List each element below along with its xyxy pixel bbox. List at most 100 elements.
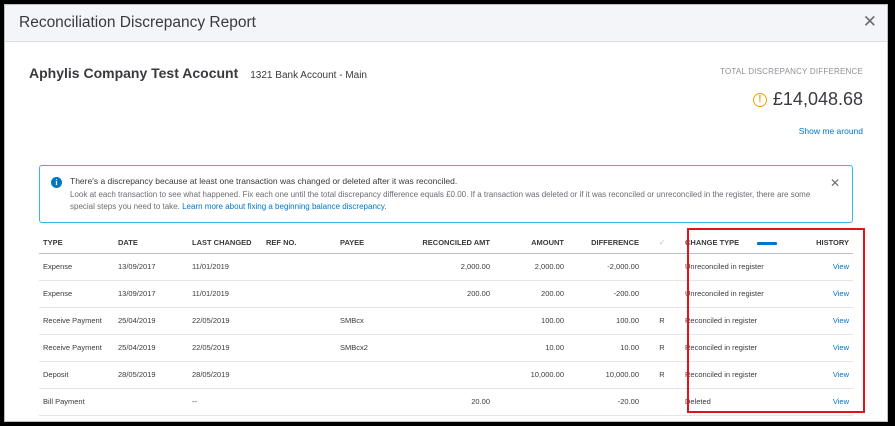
col-payee[interactable]: PAYEE <box>336 233 410 254</box>
view-history-link[interactable]: View <box>794 388 853 416</box>
table-row: Receive Payment 25/04/2019 22/05/2019 SM… <box>39 307 853 335</box>
cell-type: Expense <box>39 280 114 308</box>
cell-date: 25/04/2019 <box>114 307 188 335</box>
cell-last-changed: 22/05/2019 <box>188 307 262 335</box>
table-row: Receive Payment 25/04/2019 22/05/2019 SM… <box>39 334 853 362</box>
cell-type: Receive Payment <box>39 334 114 362</box>
company-name: Aphylis Company Test Acocunt <box>29 65 239 81</box>
banner-body: Look at each transaction to see what hap… <box>70 189 822 213</box>
cell-ref-no <box>262 334 336 362</box>
col-type[interactable]: TYPE <box>39 233 114 254</box>
cell-amount: 10,000.00 <box>494 361 568 389</box>
cell-payee <box>336 280 410 308</box>
cell-payee <box>336 388 410 416</box>
cell-change-type: Reconciled in register <box>681 307 794 335</box>
discrepancy-amount: £14,048.68 <box>772 89 863 109</box>
cell-amount <box>494 388 568 416</box>
cell-type: Expense <box>39 253 114 281</box>
cell-date: 13/09/2017 <box>114 280 188 308</box>
cell-amount: 2,000.00 <box>494 253 568 281</box>
discrepancy-table: TYPE DATE LAST CHANGED REF NO. PAYEE REC… <box>39 233 853 416</box>
banner-close-icon[interactable]: ✕ <box>830 176 840 190</box>
cell-ref-no <box>262 307 336 335</box>
cell-date: 28/05/2019 <box>114 361 188 389</box>
dialog-title: Reconciliation Discrepancy Report <box>19 14 256 31</box>
col-amount[interactable]: AMOUNT <box>494 233 568 254</box>
table-row: Expense 13/09/2017 11/01/2019 200.00 200… <box>39 280 853 308</box>
cell-cleared <box>643 388 681 416</box>
view-history-link[interactable]: View <box>794 361 853 389</box>
view-history-link[interactable]: View <box>794 280 853 308</box>
view-history-link[interactable]: View <box>794 253 853 281</box>
cell-amount: 100.00 <box>494 307 568 335</box>
cell-change-type: Reconciled in register <box>681 361 794 389</box>
cell-last-changed: 11/01/2019 <box>188 253 262 281</box>
cell-cleared <box>643 253 681 281</box>
cell-type: Receive Payment <box>39 307 114 335</box>
cell-difference: 10,000.00 <box>568 361 643 389</box>
col-change-type[interactable]: CHANGE TYPE <box>681 233 794 254</box>
col-date[interactable]: DATE <box>114 233 188 254</box>
cell-cleared: R <box>643 307 681 335</box>
table-row: Expense 13/09/2017 11/01/2019 2,000.00 2… <box>39 253 853 281</box>
cell-ref-no <box>262 361 336 389</box>
cell-amount: 10.00 <box>494 334 568 362</box>
cell-change-type: Unreconciled in register <box>681 280 794 308</box>
sort-indicator <box>757 241 778 245</box>
discrepancy-report-dialog: Reconciliation Discrepancy Report ✕ Aphy… <box>4 4 888 422</box>
table-row: Deposit 28/05/2019 28/05/2019 10,000.00 … <box>39 361 853 389</box>
col-last-changed[interactable]: LAST CHANGED <box>188 233 262 254</box>
report-header: Aphylis Company Test Acocunt 1321 Bank A… <box>29 65 367 81</box>
learn-more-link[interactable]: Learn more about fixing a beginning bala… <box>182 202 386 211</box>
cell-change-type: Unreconciled in register <box>681 253 794 281</box>
cell-difference: 100.00 <box>568 307 643 335</box>
account-name: 1321 Bank Account - Main <box>250 70 367 81</box>
cell-payee: SMBcx <box>336 307 410 335</box>
dialog-titlebar: Reconciliation Discrepancy Report <box>5 5 887 42</box>
cell-amount: 200.00 <box>494 280 568 308</box>
col-difference[interactable]: DIFFERENCE <box>568 233 643 254</box>
info-icon: i <box>51 177 62 188</box>
cell-date <box>114 388 188 416</box>
change-type-label: CHANGE TYPE <box>685 238 740 248</box>
show-me-around-link[interactable]: Show me around <box>799 126 863 136</box>
table-header-row: TYPE DATE LAST CHANGED REF NO. PAYEE REC… <box>39 233 853 254</box>
cell-reconciled-amt <box>410 334 494 362</box>
cell-change-type: Reconciled in register <box>681 334 794 362</box>
cell-reconciled-amt <box>410 361 494 389</box>
cell-last-changed: 11/01/2019 <box>188 280 262 308</box>
cell-payee: SMBcx2 <box>336 334 410 362</box>
cell-cleared <box>643 280 681 308</box>
close-icon[interactable]: ✕ <box>863 13 877 30</box>
cell-payee <box>336 253 410 281</box>
col-ref-no[interactable]: REF NO. <box>262 233 336 254</box>
cell-difference: -2,000.00 <box>568 253 643 281</box>
cell-difference: 10.00 <box>568 334 643 362</box>
col-history[interactable]: HISTORY <box>794 233 853 254</box>
cell-reconciled-amt: 20.00 <box>410 388 494 416</box>
cell-payee <box>336 361 410 389</box>
col-reconciled-amt[interactable]: RECONCILED AMT <box>410 233 494 254</box>
cell-date: 25/04/2019 <box>114 334 188 362</box>
cell-reconciled-amt <box>410 307 494 335</box>
cell-difference: -200.00 <box>568 280 643 308</box>
col-cleared[interactable]: ✓ <box>643 233 681 254</box>
cell-reconciled-amt: 2,000.00 <box>410 253 494 281</box>
view-history-link[interactable]: View <box>794 307 853 335</box>
cell-last-changed: -- <box>188 388 262 416</box>
banner-title: There's a discrepancy because at least o… <box>70 176 458 186</box>
cell-last-changed: 28/05/2019 <box>188 361 262 389</box>
cell-cleared: R <box>643 361 681 389</box>
cell-ref-no <box>262 253 336 281</box>
discrepancy-label: TOTAL DISCREPANCY DIFFERENCE <box>720 67 863 76</box>
cell-cleared: R <box>643 334 681 362</box>
cell-date: 13/09/2017 <box>114 253 188 281</box>
view-history-link[interactable]: View <box>794 334 853 362</box>
info-banner: i There's a discrepancy because at least… <box>39 165 853 223</box>
cell-change-type: Deleted <box>681 388 794 416</box>
cell-type: Deposit <box>39 361 114 389</box>
cell-type: Bill Payment <box>39 388 114 416</box>
cell-reconciled-amt: 200.00 <box>410 280 494 308</box>
cell-ref-no <box>262 280 336 308</box>
cell-difference: -20.00 <box>568 388 643 416</box>
